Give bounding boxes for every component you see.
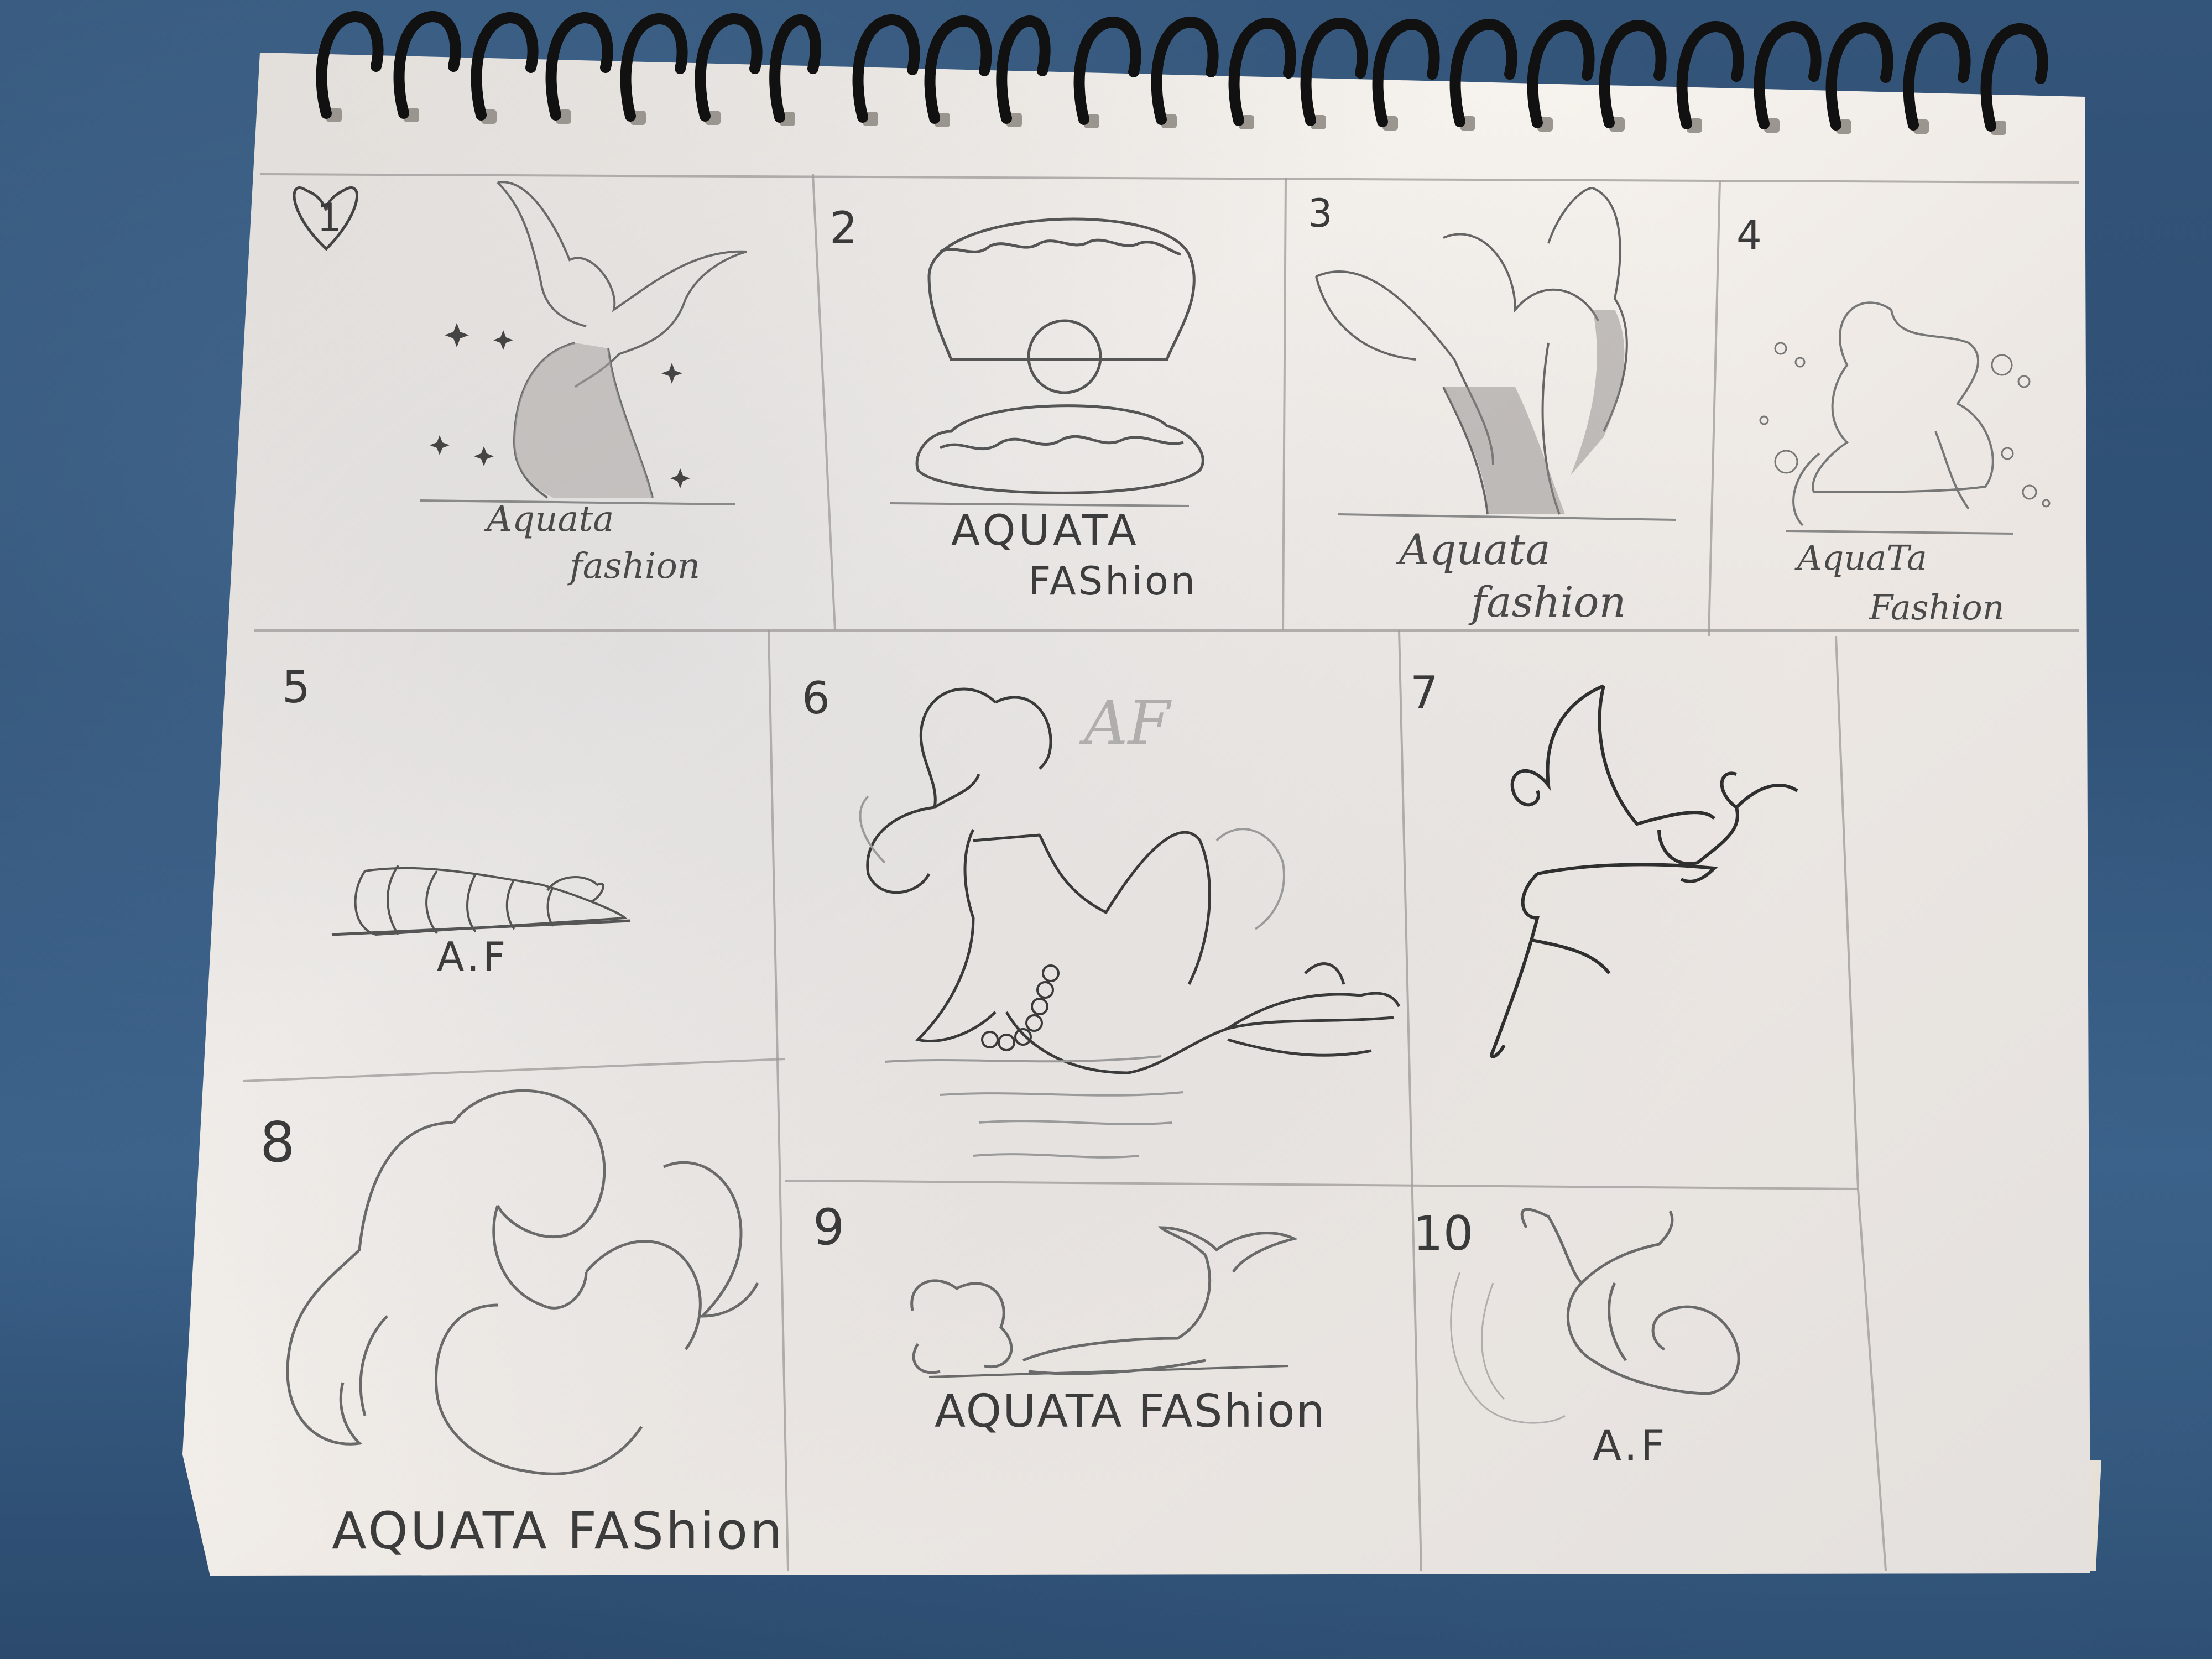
panel-6-monogram: AF: [1079, 687, 1172, 758]
sketchbook-photo: 1 Aquata fashion 2 AQUATA FAShion 3 Aqua…: [182, 11, 2101, 1576]
panel-6-number: 6: [802, 672, 830, 724]
panel-7-number: 7: [1410, 667, 1438, 718]
panel-3-number: 3: [1308, 191, 1333, 236]
panel-9-caption: AQUATA FAShion: [935, 1385, 1326, 1438]
page-shadow: [182, 53, 2090, 1576]
photo-scene: 1 Aquata fashion 2 AQUATA FAShion 3 Aqua…: [0, 0, 2212, 1659]
panel-10-caption: A.F: [1593, 1421, 1668, 1470]
panel-1-number: 1: [317, 195, 342, 241]
panel-5-number: 5: [282, 661, 310, 713]
panel-2-caption-line1: AQUATA: [951, 505, 1140, 555]
panel-4-caption-line1: AquaTa: [1794, 538, 1927, 578]
panel-10-number: 10: [1413, 1206, 1473, 1261]
panel-3-caption-line1: Aquata: [1396, 525, 1551, 574]
panel-5-caption: A.F: [437, 933, 509, 980]
panel-4-number: 4: [1736, 212, 1762, 258]
panel-3-caption-line2: fashion: [1468, 577, 1626, 627]
panel-9-number: 9: [813, 1198, 844, 1256]
panel-4-caption-line2: Fashion: [1869, 587, 2005, 628]
panel-8-number: 8: [260, 1110, 295, 1175]
panel-1-caption-line1: Aquata: [484, 499, 614, 540]
panel-8-caption: AQUATA FAShion: [332, 1501, 784, 1561]
panel-2-number: 2: [830, 202, 858, 254]
panel-1-caption-line2: fashion: [567, 546, 700, 587]
panel-2-caption-line2: FAShion: [1029, 559, 1197, 604]
